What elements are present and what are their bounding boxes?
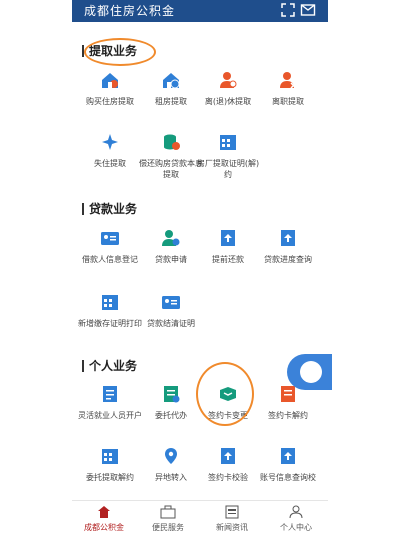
tile-label: 贷款进度查询: [264, 255, 312, 264]
tile-label: 离(退)休提取: [204, 97, 252, 106]
tile-label: 账号信息查询校: [260, 473, 316, 482]
tile-retire-withdraw[interactable]: 离(退)休提取: [196, 70, 260, 107]
coins-stack-icon: [164, 134, 180, 150]
upload-box-icon: [221, 448, 235, 464]
tile-early-repayment[interactable]: 提前还款: [196, 228, 260, 265]
calendar-grid-icon: [102, 295, 118, 310]
app-header: 成都住房公积金: [72, 0, 328, 22]
tile-flexible-account[interactable]: 灵活就业人员开户: [78, 384, 142, 421]
tile-account-query[interactable]: 账号信息查询校: [256, 446, 320, 483]
upload-box-icon: [281, 448, 295, 464]
tile-delegate-withdraw-cancel[interactable]: 委托提取解约: [78, 446, 142, 483]
tile-signed-card-verify[interactable]: 签约卡校验: [196, 446, 260, 483]
section-title-personal: 个人业务: [82, 360, 137, 372]
tile-label: 提前还款: [212, 255, 244, 264]
retire-person-icon: [220, 72, 237, 88]
rent-house-icon: [163, 73, 180, 89]
tile-label: 偿还购房贷款本息提取: [139, 159, 203, 179]
tile-borrower-registration[interactable]: 借款人信息登记: [78, 228, 142, 265]
upload-box-icon: [221, 230, 235, 246]
person-apply-icon: [162, 230, 180, 246]
nav-profile[interactable]: 个人中心: [264, 505, 328, 533]
tile-resign-withdraw[interactable]: 离职提取: [256, 70, 320, 107]
tile-label: 离职提取: [272, 97, 304, 106]
tile-label: 签约卡校验: [208, 473, 248, 482]
scan-icon[interactable]: [280, 2, 296, 18]
assistant-float-button[interactable]: [287, 354, 332, 390]
airplane-icon: [102, 134, 118, 150]
tile-loan-repay-withdraw[interactable]: 偿还购房贷款本息提取: [139, 132, 203, 180]
tile-delegate-handle[interactable]: 委托代办: [139, 384, 203, 421]
mail-icon[interactable]: [300, 2, 316, 18]
assistant-robot-icon: [300, 361, 322, 383]
tile-label: 租房提取: [155, 97, 187, 106]
tile-label: 贷款申请: [155, 255, 187, 264]
section-title-loan: 贷款业务: [82, 203, 137, 215]
tile-label: 委托代办: [155, 411, 187, 420]
upload-box-icon: [281, 230, 295, 246]
tile-rent-withdraw[interactable]: 租房提取: [139, 70, 203, 107]
resign-person-icon: [280, 72, 297, 89]
home-logo-icon: [98, 506, 110, 518]
nav-label: 成都公积金: [84, 523, 124, 532]
nav-label: 便民服务: [152, 523, 184, 532]
news-icon: [225, 505, 239, 519]
tile-remote-transfer-in[interactable]: 异地转入: [139, 446, 203, 483]
briefcase-icon: [160, 505, 176, 519]
form-document-icon: [103, 386, 117, 402]
nav-label: 个人中心: [280, 523, 312, 532]
form-document-icon: [164, 386, 180, 403]
tile-label: 贷款结清证明: [147, 319, 195, 328]
nav-label: 新闻资讯: [216, 523, 248, 532]
tile-loan-settlement[interactable]: 贷款结清证明: [139, 292, 203, 329]
id-card-icon: [162, 296, 180, 309]
house-purchase-icon: [102, 73, 118, 88]
tile-loan-application[interactable]: 贷款申请: [139, 228, 203, 265]
tile-property-certificate[interactable]: 房厂提取证明(解)约: [196, 132, 260, 180]
annotation-circle-withdraw: [84, 38, 156, 66]
annotation-circle-card-change: [196, 362, 254, 426]
tile-loan-progress[interactable]: 贷款进度查询: [256, 228, 320, 265]
tile-deposit-certificate[interactable]: 新增缴存证明打印: [78, 292, 142, 329]
nav-news[interactable]: 新闻资讯: [200, 505, 264, 533]
tile-label: 异地转入: [155, 473, 187, 482]
tile-label: 委托提取解约: [86, 473, 134, 482]
user-icon: [289, 505, 303, 519]
tile-label: 签约卡解约: [268, 411, 308, 420]
tile-label: 购买住房提取: [86, 97, 134, 106]
tile-label: 借款人信息登记: [82, 255, 138, 264]
tile-unemployed-withdraw[interactable]: 失住提取: [78, 132, 142, 169]
id-card-icon: [101, 232, 119, 245]
bottom-navigation: 成都公积金 便民服务 新闻资讯 个人中心: [72, 500, 328, 533]
nav-services[interactable]: 便民服务: [136, 505, 200, 533]
location-pin-icon: [165, 448, 177, 464]
tile-label: 失住提取: [94, 159, 126, 168]
calendar-grid-icon: [102, 449, 118, 464]
tile-label: 房厂提取证明(解)约: [196, 159, 260, 179]
tile-label: 灵活就业人员开户: [78, 411, 142, 420]
tile-house-purchase-withdraw[interactable]: 购买住房提取: [78, 70, 142, 107]
nav-home[interactable]: 成都公积金: [72, 505, 136, 533]
calendar-grid-icon: [220, 135, 236, 150]
app-title: 成都住房公积金: [84, 4, 176, 18]
tile-label: 新增缴存证明打印: [78, 319, 142, 328]
